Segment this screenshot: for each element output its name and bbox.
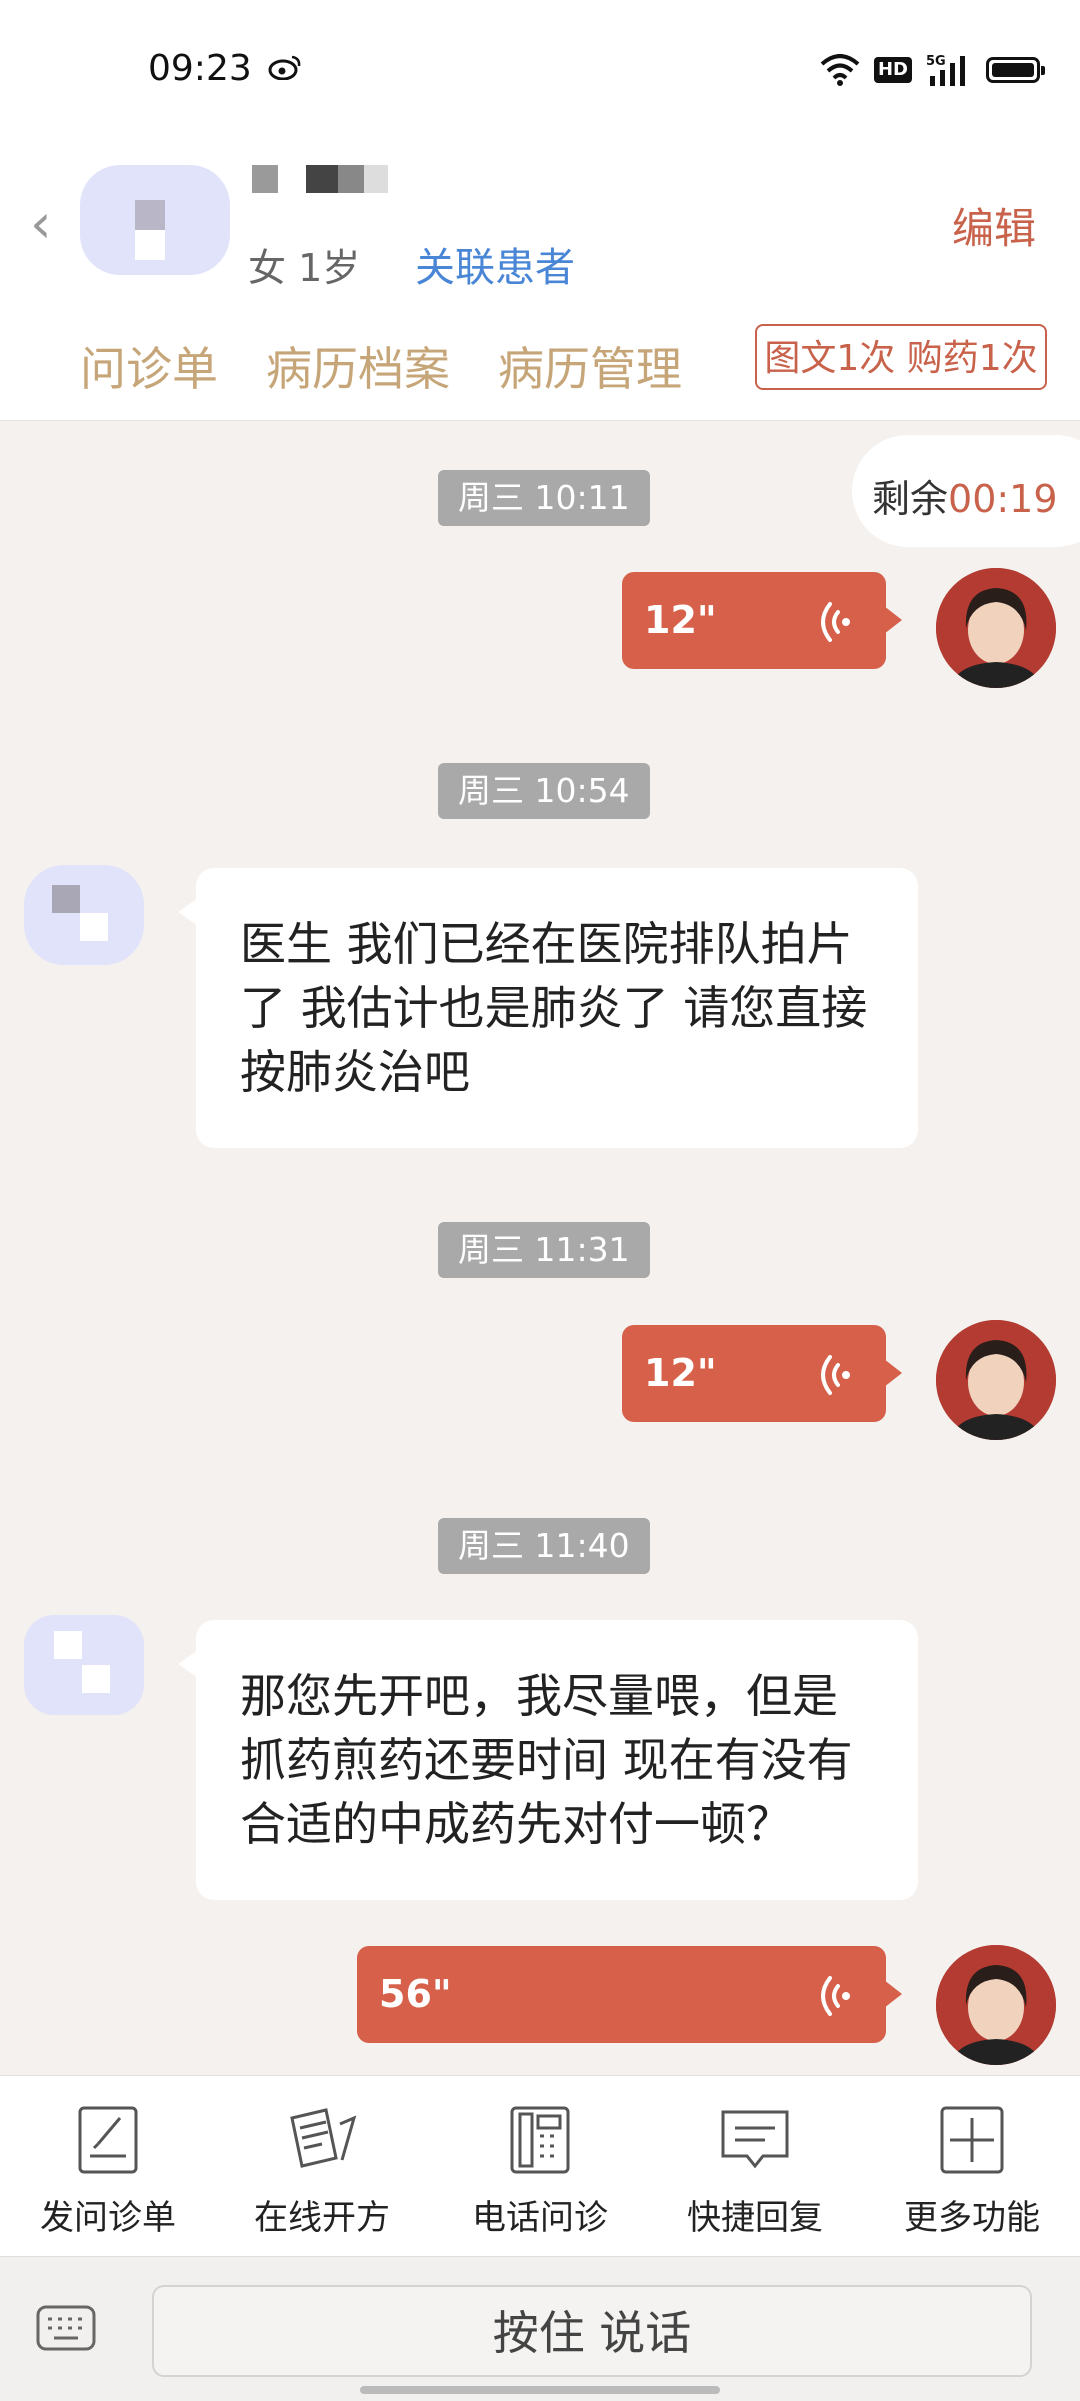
more-functions-button[interactable]: 更多功能: [872, 2104, 1072, 2239]
tool-label: 在线开方: [254, 2198, 390, 2238]
tool-label: 更多功能: [904, 2198, 1040, 2238]
tab-consult-form[interactable]: 问诊单: [80, 333, 218, 399]
back-arrow-icon[interactable]: ‹: [30, 197, 52, 251]
doctor-portrait-icon: [936, 568, 1056, 688]
doctor-avatar[interactable]: [936, 1320, 1056, 1440]
plus-icon: [940, 2106, 1004, 2174]
doctor-avatar[interactable]: [936, 1945, 1056, 2065]
form-edit-icon: [78, 2106, 138, 2174]
voice-message[interactable]: 12": [622, 1325, 902, 1422]
tool-label: 电话问诊: [472, 2198, 608, 2238]
prescription-icon: [290, 2108, 357, 2168]
patient-header: ‹ 女 1岁 关联患者 编辑 问诊单 病历档案 病历管理 图文1次 购药1次: [0, 135, 1080, 421]
phone-consult-button[interactable]: 电话问诊: [440, 2104, 640, 2239]
tool-label: 发问诊单: [40, 2198, 176, 2238]
chat-timestamp: 周三 10:11: [438, 470, 650, 526]
input-bar: 按住 说话: [0, 2256, 1080, 2401]
signal-5g-icon: 5G: [926, 54, 965, 86]
chat-timestamp: 周三 10:54: [438, 763, 650, 819]
online-prescription-button[interactable]: 在线开方: [222, 2104, 422, 2239]
home-indicator[interactable]: [360, 2386, 720, 2394]
quick-reply-button[interactable]: 快捷回复: [655, 2104, 855, 2239]
voice-wave-icon: [821, 1355, 850, 1395]
voice-wave-icon: [821, 602, 850, 642]
tab-medical-archive[interactable]: 病历档案: [266, 333, 450, 399]
remaining-time: 00:19: [948, 477, 1058, 521]
patient-info: 女 1岁: [248, 246, 361, 290]
chat-timestamp: 周三 11:40: [438, 1518, 650, 1574]
patient-chat-avatar[interactable]: [24, 855, 144, 975]
remaining-timer-text: 剩余00:19: [872, 468, 1058, 523]
record-tabs: 问诊单 病历档案 病历管理: [80, 333, 682, 399]
link-patient-button[interactable]: 关联患者: [415, 235, 575, 293]
voice-message[interactable]: 12": [622, 572, 902, 669]
voice-message[interactable]: 56": [357, 1946, 902, 2043]
voice-duration: 56": [379, 1972, 452, 2016]
voice-wave-icon: [821, 1976, 850, 2016]
doctor-avatar[interactable]: [936, 568, 1056, 688]
patient-name-redacted: [250, 165, 400, 195]
doctor-portrait-icon: [936, 1945, 1056, 2065]
patient-message: 那您先开吧，我尽量喂，但是抓药煎药还要时间 现在有没有合适的中成药先对付一顿？: [178, 1620, 918, 1900]
hold-to-talk-button[interactable]: 按住 说话: [152, 2285, 1032, 2377]
patient-message: 医生 我们已经在医院排队拍片了 我估计也是肺炎了 请您直接按肺炎治吧: [178, 868, 918, 1148]
svg-text:5G: 5G: [926, 54, 946, 69]
status-bar: 09:23 HD 5G: [0, 0, 1080, 135]
doctor-portrait-icon: [936, 1320, 1056, 1440]
voice-duration: 12": [644, 1351, 717, 1395]
usage-badge[interactable]: 图文1次 购药1次: [755, 324, 1047, 390]
remaining-label: 剩余: [872, 477, 949, 521]
function-toolbar: 发问诊单 在线开方 电话问诊 快捷回复 更多功能: [0, 2075, 1080, 2256]
edit-button[interactable]: 编辑: [952, 195, 1036, 256]
chat-bubble-icon: [721, 2110, 789, 2169]
patient-chat-avatar[interactable]: [24, 1605, 144, 1725]
phone-icon: [510, 2106, 570, 2174]
status-time: 09:23: [148, 48, 252, 89]
weibo-icon: [268, 55, 301, 80]
wifi-icon: [820, 54, 860, 86]
keyboard-icon[interactable]: [36, 2305, 96, 2351]
tab-medical-management[interactable]: 病历管理: [498, 333, 682, 399]
chat-timestamp: 周三 11:31: [438, 1222, 650, 1278]
send-consult-form-button[interactable]: 发问诊单: [8, 2104, 208, 2239]
tool-label: 快捷回复: [687, 2198, 823, 2238]
patient-avatar[interactable]: [80, 145, 230, 295]
hd-badge: HD: [873, 57, 912, 83]
battery-icon: [986, 57, 1045, 83]
voice-duration: 12": [644, 598, 717, 642]
